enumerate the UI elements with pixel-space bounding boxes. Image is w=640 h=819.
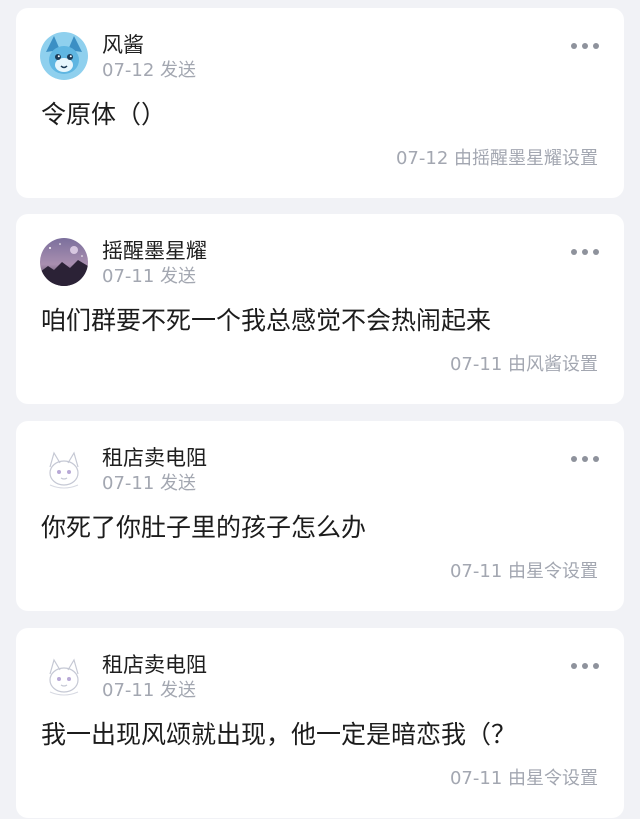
night-scene-avatar-icon[interactable] (40, 238, 88, 286)
post-card[interactable]: 租店卖电阻 07-11 发送 我一出现风颂就出现，他一定是暗恋我（？ 07-11… (16, 628, 624, 818)
set-by-text: 07-12 由摇醒墨星耀设置 (395, 148, 598, 169)
more-dots-icon[interactable] (570, 38, 600, 54)
more-dots-icon[interactable] (570, 244, 600, 260)
post-card[interactable]: 风酱 07-12 发送 令原体（） 07-12 由摇醒墨星耀设置 (16, 8, 624, 198)
message-text: 咱们群要不死一个我总感觉不会热闹起来 (41, 306, 492, 335)
cartoon-fox-avatar-icon[interactable] (40, 32, 88, 80)
more-dots-icon[interactable] (570, 451, 600, 467)
sent-label: 发送 (160, 60, 197, 81)
sent-label: 发送 (160, 473, 197, 494)
sketch-character-avatar-icon[interactable] (40, 652, 88, 700)
message-text: 你死了你肚子里的孩子怎么办 (41, 513, 367, 542)
author-name[interactable]: 风酱 (102, 32, 144, 58)
sent-date: 07-11 (102, 680, 155, 701)
set-by-text: 07-11 由星令设置 (449, 561, 598, 582)
sent-time: 07-11 发送 (102, 266, 196, 288)
more-dots-icon[interactable] (570, 658, 600, 674)
sent-time: 07-11 发送 (102, 680, 196, 702)
message-text: 我一出现风颂就出现，他一定是暗恋我（？ (41, 720, 517, 749)
sent-date: 07-11 (102, 473, 155, 494)
set-by-text: 07-11 由星令设置 (449, 768, 598, 789)
sent-label: 发送 (160, 680, 197, 701)
author-name[interactable]: 租店卖电阻 (102, 652, 207, 678)
post-card[interactable]: 摇醒墨星耀 07-11 发送 咱们群要不死一个我总感觉不会热闹起来 07-11 … (16, 214, 624, 404)
sent-label: 发送 (160, 266, 197, 287)
sketch-character-avatar-icon[interactable] (40, 445, 88, 493)
post-card[interactable]: 租店卖电阻 07-11 发送 你死了你肚子里的孩子怎么办 07-11 由星令设置 (16, 421, 624, 611)
sent-date: 07-12 (102, 60, 155, 81)
author-name[interactable]: 摇醒墨星耀 (102, 238, 207, 264)
author-name[interactable]: 租店卖电阻 (102, 445, 207, 471)
message-text: 令原体（） (41, 100, 167, 129)
set-by-text: 07-11 由风酱设置 (449, 354, 598, 375)
sent-time: 07-12 发送 (102, 60, 196, 82)
sent-time: 07-11 发送 (102, 473, 196, 495)
sent-date: 07-11 (102, 266, 155, 287)
